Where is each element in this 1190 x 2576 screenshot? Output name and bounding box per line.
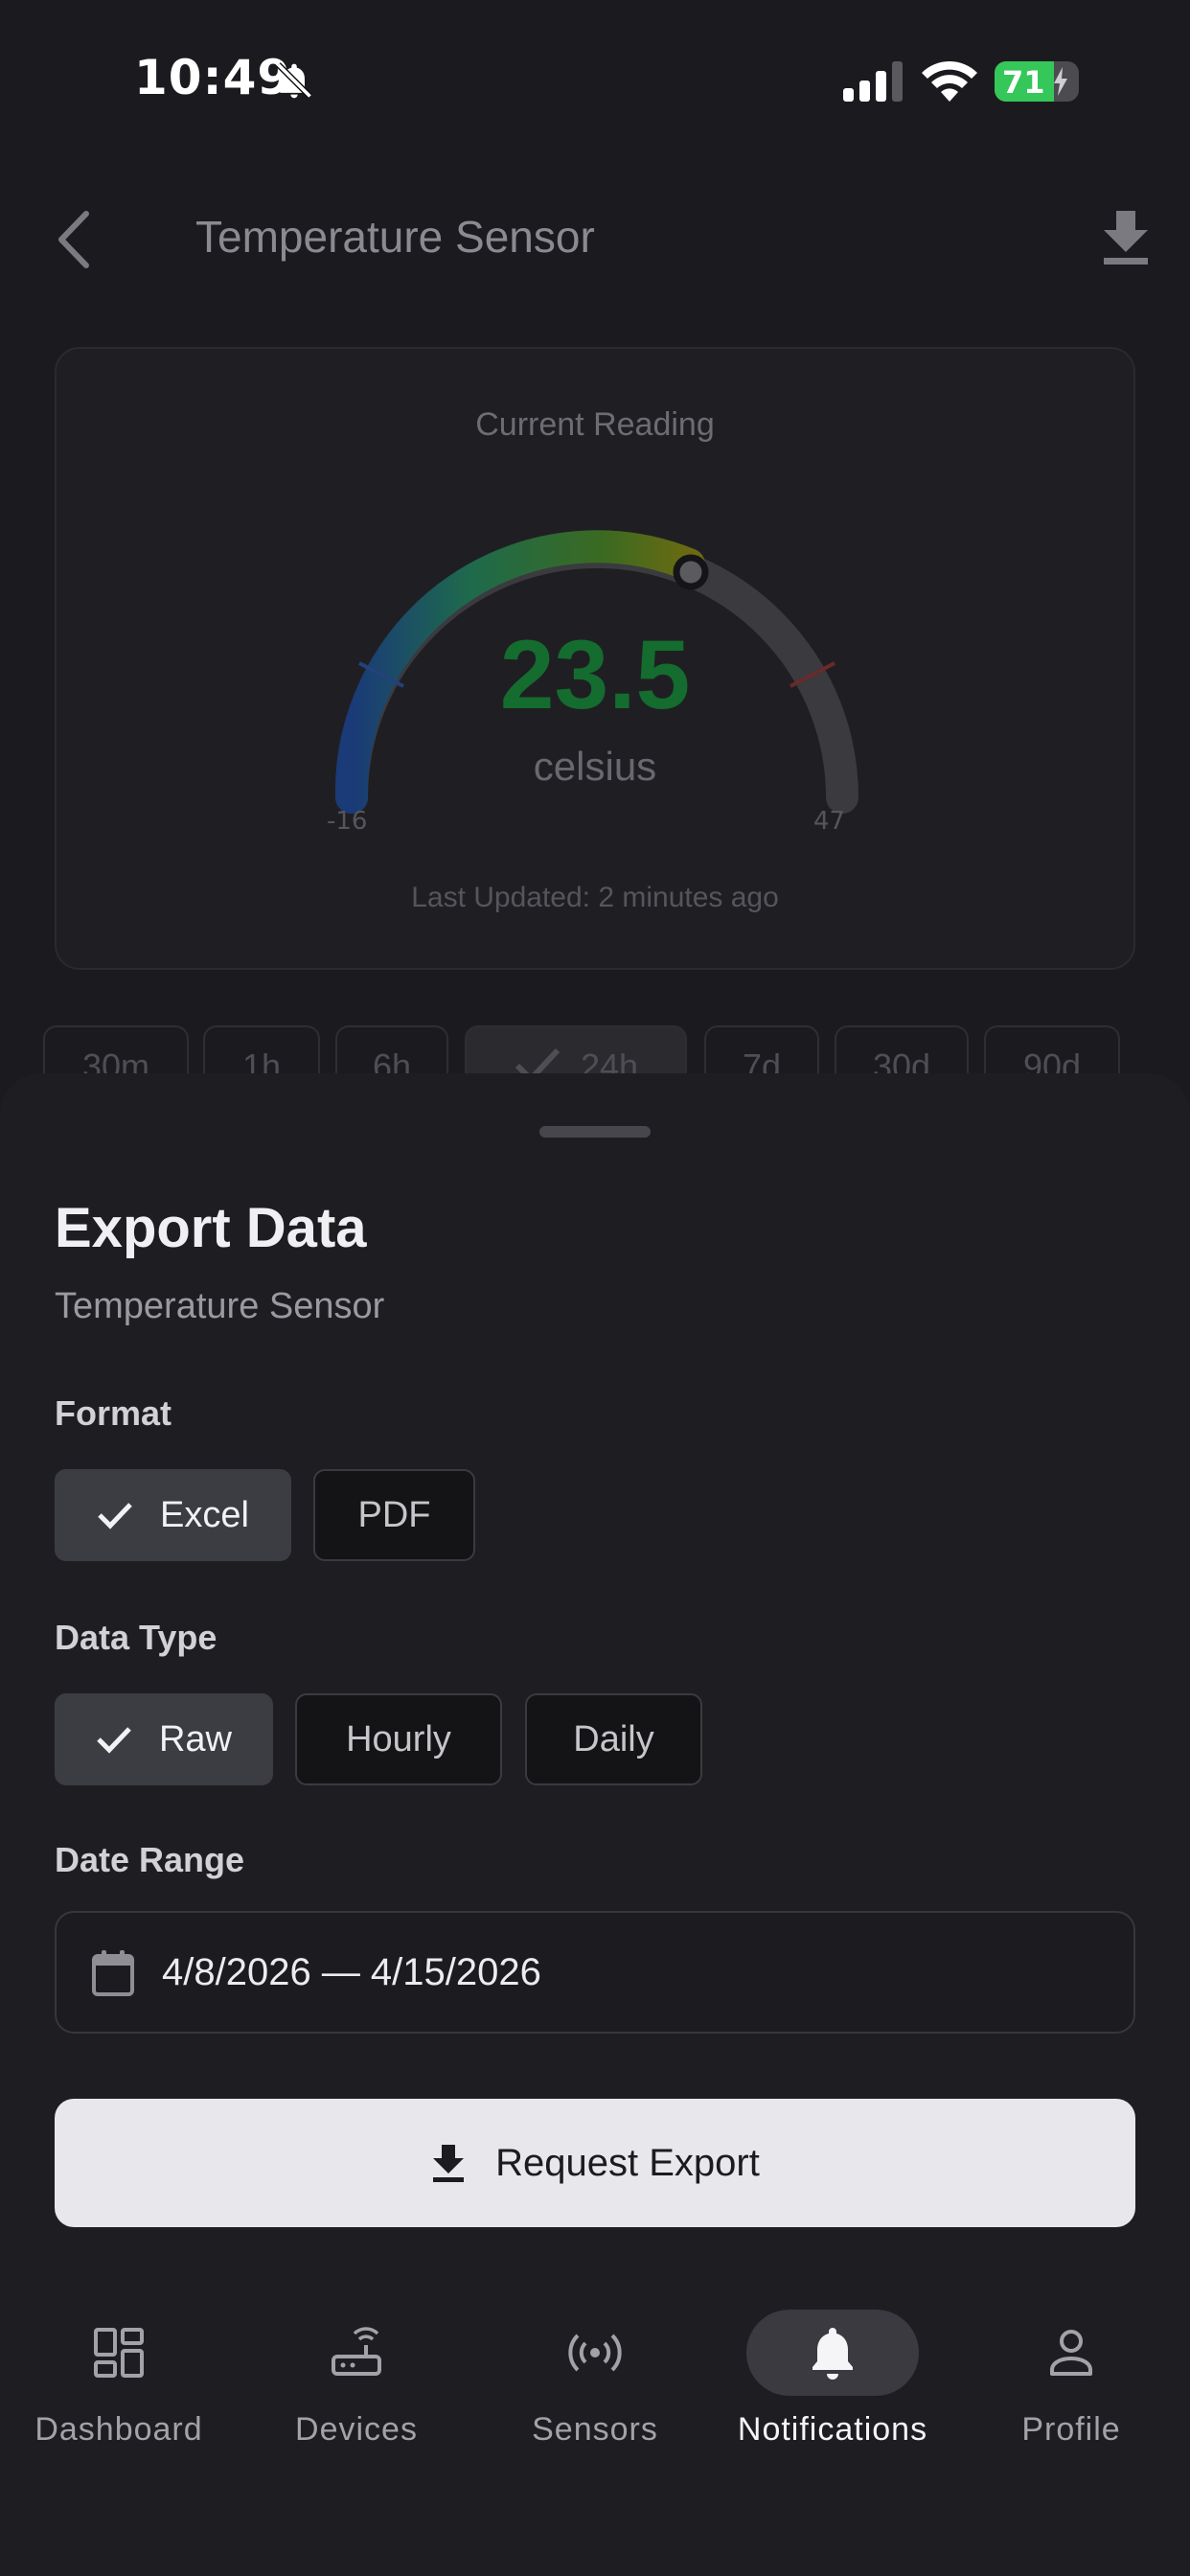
- data-type-chip-raw[interactable]: Raw: [55, 1693, 273, 1785]
- dashboard-icon: [94, 2328, 144, 2378]
- bottom-tab-bar: Dashboard Devices Sensors Notifications …: [0, 2281, 1190, 2576]
- tab-label: Dashboard: [34, 2411, 203, 2448]
- status-time: 10:49: [134, 50, 292, 105]
- cellular-signal-icon: [843, 61, 903, 102]
- sensor-icon: [568, 2334, 622, 2372]
- tab-label: Profile: [1021, 2411, 1121, 2448]
- tab-icon-container: [270, 2310, 443, 2396]
- current-reading-card: Current Reading 23.5 celsius -16 47 Last…: [55, 347, 1135, 970]
- tab-label: Devices: [295, 2411, 418, 2448]
- format-chip-pdf[interactable]: PDF: [313, 1469, 475, 1561]
- download-icon[interactable]: [1100, 209, 1152, 266]
- battery-percentage: 71: [1002, 64, 1045, 101]
- calendar-icon: [92, 1950, 134, 1996]
- format-chip-label: Excel: [160, 1494, 249, 1535]
- format-label: Format: [55, 1393, 172, 1433]
- tab-label: Sensors: [532, 2411, 658, 2448]
- date-range-label: Date Range: [55, 1840, 245, 1879]
- bell-off-icon: [276, 62, 312, 99]
- date-range-value: 4/8/2026 — 4/15/2026: [162, 1951, 541, 1993]
- data-type-label: Data Type: [55, 1618, 217, 1657]
- tab-profile[interactable]: Profile: [952, 2310, 1190, 2453]
- router-icon: [332, 2327, 381, 2376]
- download-icon: [433, 2145, 465, 2182]
- tab-icon-container: [509, 2310, 681, 2396]
- bell-icon: [812, 2328, 853, 2380]
- last-updated-text: Last Updated: 2 minutes ago: [411, 882, 779, 913]
- wifi-icon: [922, 60, 977, 102]
- tab-notifications[interactable]: Notifications: [714, 2310, 951, 2453]
- data-type-chip-hourly[interactable]: Hourly: [295, 1693, 502, 1785]
- tab-devices[interactable]: Devices: [238, 2310, 475, 2453]
- sheet-title: Export Data: [55, 1197, 367, 1259]
- request-export-button[interactable]: Request Export: [55, 2099, 1135, 2227]
- check-icon: [98, 1503, 132, 1530]
- gauge-min-label: -16: [327, 807, 368, 836]
- data-type-chip-label: Daily: [573, 1718, 654, 1760]
- charging-bolt-icon: [1054, 67, 1067, 96]
- back-chevron-icon[interactable]: [48, 206, 105, 273]
- format-chip-excel[interactable]: Excel: [55, 1469, 291, 1561]
- request-export-label: Request Export: [495, 2141, 760, 2184]
- person-icon: [1050, 2330, 1092, 2376]
- data-type-chip-label: Raw: [158, 1718, 233, 1760]
- data-type-chip-label: Hourly: [346, 1718, 451, 1760]
- sheet-grabber[interactable]: [539, 1126, 651, 1138]
- background-screen: 10:49 71 Temperature Sensor Current Read…: [0, 0, 1190, 1131]
- tab-icon-container: [985, 2310, 1157, 2396]
- status-bar: 10:49 71: [0, 0, 1190, 163]
- tab-icon-container: [746, 2310, 919, 2396]
- battery-indicator: 71: [995, 61, 1079, 102]
- gauge-max-label: 47: [813, 807, 846, 836]
- tab-sensors[interactable]: Sensors: [476, 2310, 714, 2453]
- data-type-chip-daily[interactable]: Daily: [525, 1693, 702, 1785]
- gauge-unit: celsius: [533, 744, 657, 789]
- gauge-value: 23.5: [499, 620, 691, 729]
- check-icon: [97, 1727, 131, 1754]
- tab-label: Notifications: [737, 2411, 928, 2448]
- date-range-field[interactable]: 4/8/2026 — 4/15/2026: [55, 1911, 1135, 2034]
- page-title: Temperature Sensor: [195, 212, 595, 262]
- sheet-subtitle: Temperature Sensor: [55, 1286, 385, 1326]
- tab-dashboard[interactable]: Dashboard: [0, 2310, 238, 2453]
- tab-icon-container: [33, 2310, 205, 2396]
- format-chip-label: PDF: [357, 1494, 431, 1535]
